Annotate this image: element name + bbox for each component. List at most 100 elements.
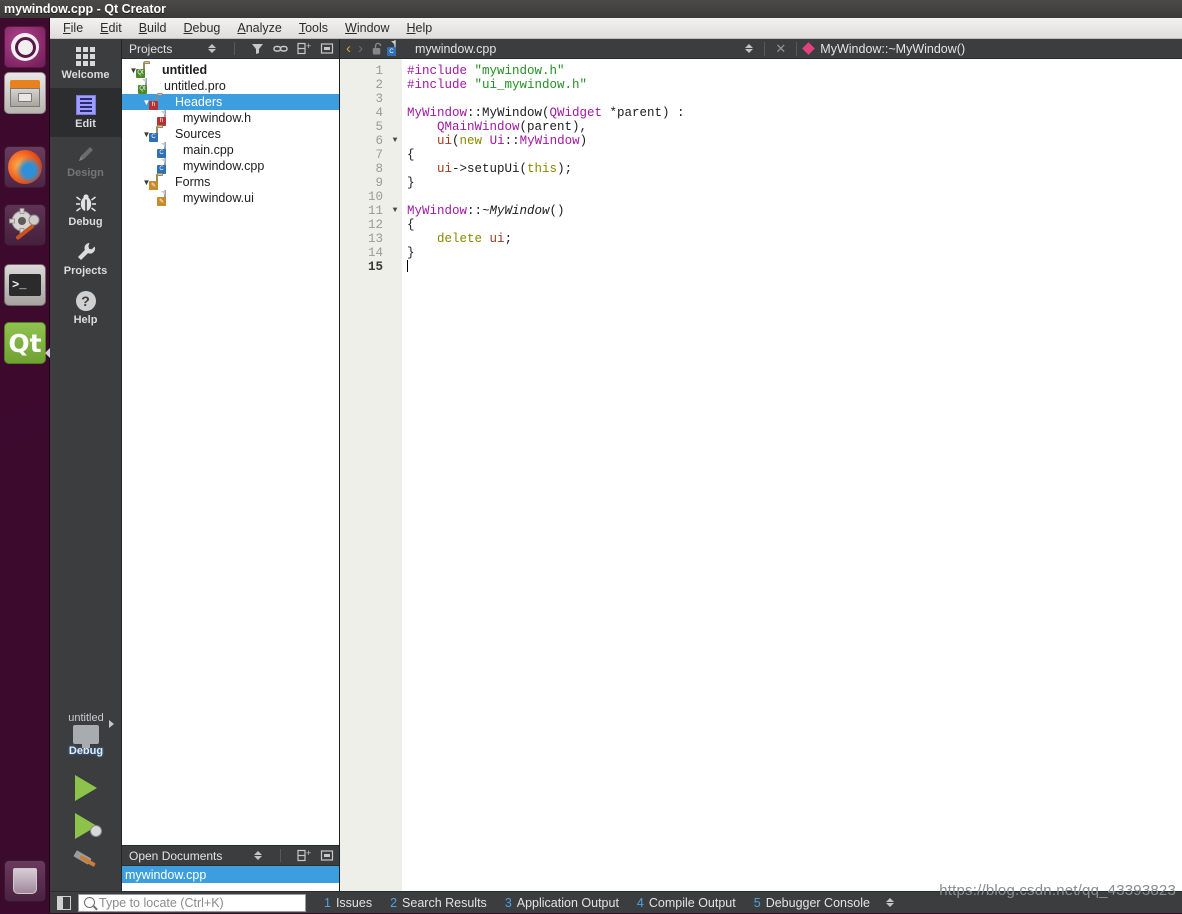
- code-line-8: ui->setupUi(this);: [407, 162, 1182, 176]
- view-selector-icon[interactable]: [203, 41, 220, 57]
- menu-analyze[interactable]: Analyze: [237, 21, 281, 35]
- mode-edit-label: Edit: [75, 118, 96, 130]
- unlock-icon[interactable]: [370, 41, 387, 57]
- qt-creator-icon[interactable]: Qt: [4, 322, 46, 364]
- tree-item-mywindow-h[interactable]: h mywindow.h: [122, 110, 339, 126]
- terminal-prompt-glyph: >_: [9, 274, 41, 296]
- line-number: 9: [340, 176, 388, 190]
- collapse-icon[interactable]: [318, 848, 335, 864]
- code-token: MyWindow: [520, 134, 580, 148]
- tree-item-forms[interactable]: ▼ ✎ Forms: [122, 174, 339, 190]
- pane-number: 3: [505, 896, 512, 910]
- menu-build[interactable]: Build: [139, 21, 167, 35]
- output-pane-search-results[interactable]: 2 Search Results: [390, 896, 487, 910]
- ubuntu-dash-icon[interactable]: [4, 26, 46, 68]
- window-title: mywindow.cpp - Qt Creator: [4, 2, 166, 16]
- line-number: 10: [340, 190, 388, 204]
- kit-selector[interactable]: untitled Debug: [50, 712, 122, 761]
- watermark-text: https://blog.csdn.net/qq_43393823: [939, 882, 1176, 899]
- pane-number: 2: [390, 896, 397, 910]
- tree-item-untitled-pro[interactable]: Qt untitled.pro: [122, 78, 339, 94]
- build-button[interactable]: [50, 845, 122, 883]
- output-pane-selector-icon[interactable]: [882, 895, 899, 911]
- code-token: ::MyWindow(: [467, 106, 550, 120]
- tree-item-sources[interactable]: ▼ C Sources: [122, 126, 339, 142]
- view-selector-icon[interactable]: [249, 848, 266, 864]
- menu-help[interactable]: Help: [407, 21, 433, 35]
- open-document-item[interactable]: mywindow.cpp: [122, 866, 339, 883]
- menu-file[interactable]: File: [63, 21, 83, 35]
- settings-icon[interactable]: [4, 204, 46, 246]
- toggle-sidebar-icon[interactable]: [50, 892, 78, 914]
- mode-debug[interactable]: Debug: [50, 186, 121, 235]
- target-monitor-icon: [73, 725, 99, 744]
- terminal-icon[interactable]: >_: [4, 264, 46, 306]
- mode-edit[interactable]: Edit: [50, 88, 121, 137]
- code-text[interactable]: #include "mywindow.h"#include "ui_mywind…: [402, 59, 1182, 891]
- sync-link-icon[interactable]: [272, 41, 289, 57]
- pencil-icon: [75, 143, 97, 165]
- firefox-globe-glyph: [8, 150, 42, 184]
- symbol-combo[interactable]: MyWindow::~MyWindow(): [820, 42, 965, 56]
- mode-projects[interactable]: Projects: [50, 235, 121, 284]
- files-icon[interactable]: [4, 72, 46, 114]
- tree-item-headers[interactable]: ▼ h Headers: [122, 94, 339, 110]
- code-token: "ui_mywindow.h": [475, 78, 588, 92]
- output-pane-compile-output[interactable]: 4 Compile Output: [637, 896, 736, 910]
- sep: [272, 848, 289, 864]
- symbol-diamond-icon: [802, 42, 815, 55]
- code-token: [407, 134, 437, 148]
- open-documents-title: Open Documents: [129, 849, 243, 863]
- menu-edit[interactable]: Edit: [100, 21, 122, 35]
- mode-welcome[interactable]: Welcome: [50, 39, 121, 88]
- cpp-file-icon: C: [164, 143, 179, 158]
- filter-icon[interactable]: [249, 41, 266, 57]
- fold-marker-line-6[interactable]: ▼: [388, 134, 402, 148]
- tree-item-mywindow-ui[interactable]: ✎ mywindow.ui: [122, 190, 339, 206]
- output-pane-application-output[interactable]: 3 Application Output: [505, 896, 619, 910]
- mode-help[interactable]: ? Help: [50, 284, 121, 333]
- start-debugging-button[interactable]: [50, 807, 122, 845]
- code-token: this: [527, 162, 557, 176]
- collapse-icon[interactable]: [318, 41, 335, 57]
- code-line-15: [407, 260, 1182, 274]
- pane-label: Compile Output: [649, 896, 736, 910]
- code-view[interactable]: 1 2 3 4 5 6 7 8 9 10 11 12 13 14: [340, 59, 1182, 891]
- firefox-icon[interactable]: [4, 146, 46, 188]
- code-token: ui: [437, 162, 452, 176]
- locator-input[interactable]: Type to locate (Ctrl+K): [78, 894, 306, 912]
- split-add-icon[interactable]: +: [295, 848, 312, 864]
- code-token: ui: [490, 232, 505, 246]
- run-button[interactable]: [50, 769, 122, 807]
- tree-item-main-cpp[interactable]: C main.cpp: [122, 142, 339, 158]
- fold-marker-column[interactable]: ▼ ▼: [388, 59, 402, 891]
- menu-tools[interactable]: Tools: [299, 21, 328, 35]
- open-documents-list[interactable]: mywindow.cpp: [122, 866, 339, 891]
- line-number: 1: [340, 64, 388, 78]
- mode-welcome-label: Welcome: [61, 69, 109, 81]
- code-token: QMainWindow: [437, 120, 520, 134]
- tree-item-untitled[interactable]: ▼ Qt untitled: [122, 62, 339, 78]
- output-pane-debugger-console[interactable]: 5 Debugger Console: [754, 896, 870, 910]
- close-icon[interactable]: ✕: [772, 41, 789, 57]
- code-line-11: MyWindow::~MyWindow(): [407, 204, 1182, 218]
- menu-window[interactable]: Window: [345, 21, 389, 35]
- menu-debug[interactable]: Debug: [184, 21, 221, 35]
- tree-item-mywindow-cpp[interactable]: C mywindow.cpp: [122, 158, 339, 174]
- file-combo-arrows-icon[interactable]: [740, 41, 757, 57]
- pane-label: Application Output: [517, 896, 619, 910]
- output-pane-issues[interactable]: 1 Issues: [324, 896, 372, 910]
- sources-folder-icon: C: [156, 127, 171, 142]
- split-add-icon[interactable]: +: [295, 41, 312, 57]
- navigate-forward-button[interactable]: ›: [358, 41, 363, 56]
- search-icon: [84, 897, 95, 908]
- fold-spacer: [388, 92, 402, 106]
- project-tree[interactable]: ▼ Qt untitled Qt untitled.pro: [122, 59, 339, 845]
- editor-filename-combo[interactable]: mywindow.cpp: [415, 42, 496, 56]
- code-token: #include: [407, 78, 475, 92]
- fold-marker-line-11[interactable]: ▼: [388, 204, 402, 218]
- trash-icon[interactable]: [4, 860, 46, 902]
- open-documents-dock: Open Documents +: [122, 845, 339, 891]
- code-line-2: #include "ui_mywindow.h": [407, 78, 1182, 92]
- navigate-back-button[interactable]: ‹: [346, 41, 351, 56]
